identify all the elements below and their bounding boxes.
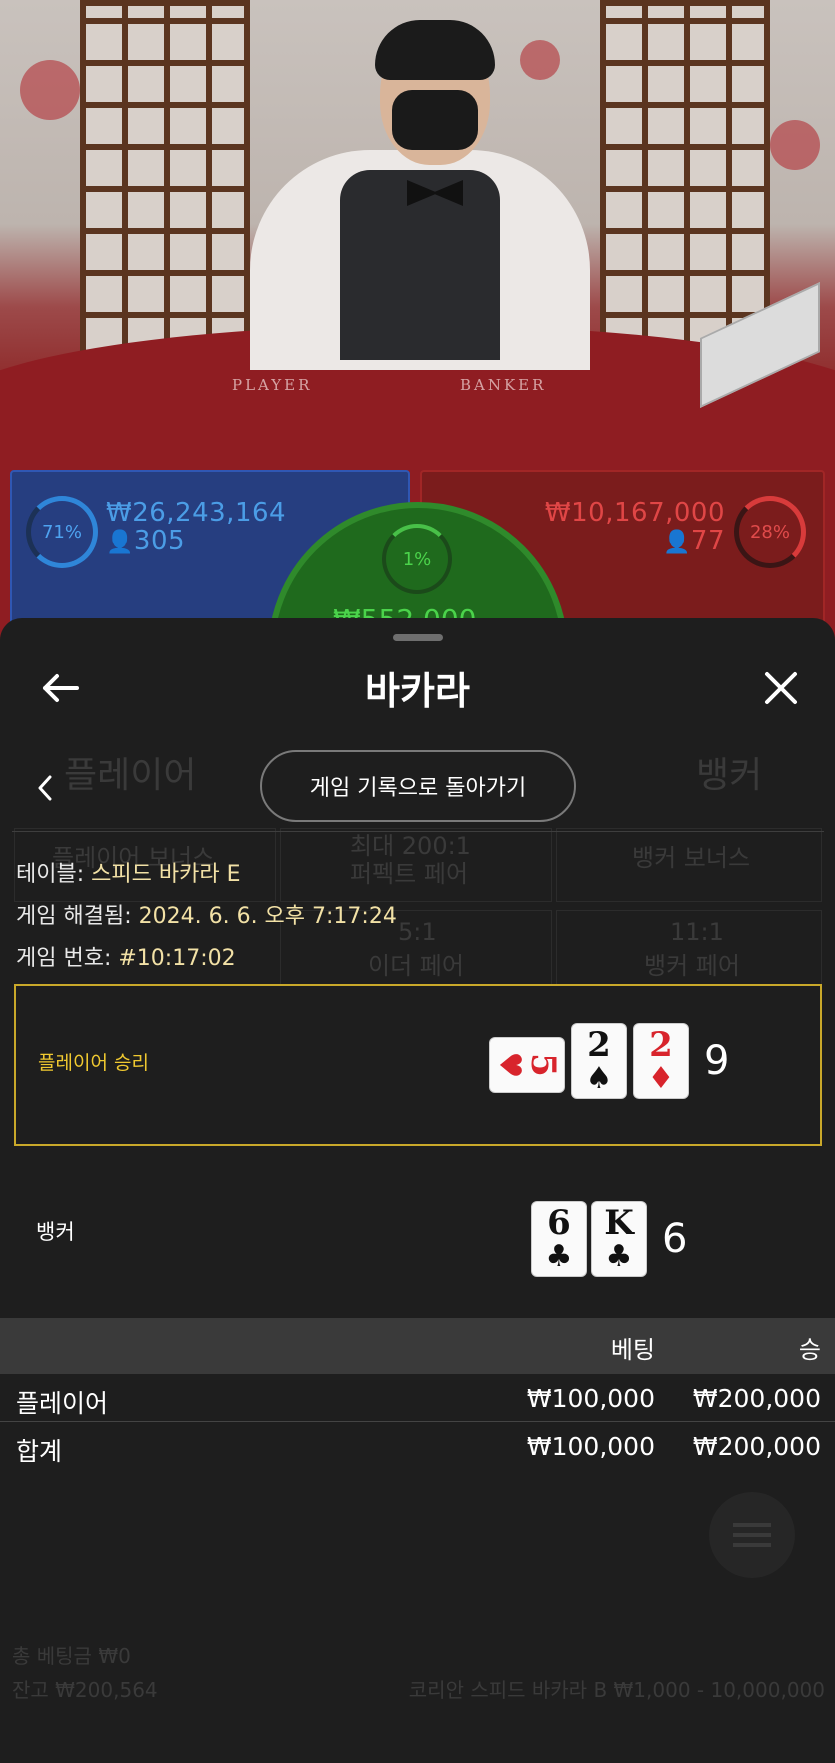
dealer-mask <box>392 90 478 150</box>
player-result-label: 플레이어 승리 <box>38 1052 149 1074</box>
row-name: 합계 <box>16 1437 63 1466</box>
player-card-1-suit: ♥ <box>492 1051 527 1079</box>
sheet-drag-handle[interactable] <box>393 634 443 641</box>
game-number-label: 게임 번호: <box>16 946 119 971</box>
banker-card-1-rank: 6 <box>547 1203 571 1243</box>
player-card-1: 5 ♥ <box>490 1038 564 1092</box>
resolved-info-value: 2024. 6. 6. 오후 7:17:24 <box>138 904 397 929</box>
felt-label-player: PLAYER <box>232 376 313 394</box>
bets-table: 베팅 승 플레이어 ₩100,000 ₩200,000 합계 ₩100,000 … <box>0 1318 835 1470</box>
divider <box>12 831 824 832</box>
tie-percent-ring: 1% <box>382 524 452 594</box>
player-card-2: 2 ♠ <box>572 1024 626 1098</box>
row-name: 플레이어 <box>16 1389 109 1418</box>
tie-percent: 1% <box>402 548 432 570</box>
user-icon: 👤 <box>663 530 691 555</box>
player-card-3-rank: 2 <box>649 1025 673 1065</box>
table-info-value: 스피드 바카라 E <box>91 862 241 887</box>
resolved-info-label: 게임 해결됨: <box>16 904 139 929</box>
banker-result-row: 뱅커 6 ♣ K ♣ 6 <box>14 1158 822 1308</box>
ghost-either-pair-odds: 5:1 <box>398 918 437 946</box>
resolved-info: 게임 해결됨: 2024. 6. 6. 오후 7:17:24 <box>16 898 397 930</box>
ghost-table-limit: 코리안 스피드 바카라 B ₩1,000 - 10,000,000 <box>408 1678 825 1702</box>
blossom-decoration <box>770 120 820 170</box>
bets-table-header: 베팅 승 <box>0 1318 835 1374</box>
decorative-screen-left <box>80 0 250 360</box>
game-number-info: 게임 번호: #10:17:02 <box>16 940 236 972</box>
ghost-total-bet: 총 베팅금 ₩0 <box>12 1644 131 1668</box>
table-info: 테이블: 스피드 바카라 E <box>16 856 240 888</box>
ghost-banker-pair-odds: 11:1 <box>670 918 724 946</box>
banker-card-2-suit: ♣ <box>605 1239 633 1274</box>
player-bettor-count: 305 <box>133 526 186 556</box>
banker-card-1: 6 ♣ <box>532 1202 586 1276</box>
felt-label-banker: BANKER <box>460 376 547 394</box>
banker-percent: 28% <box>749 521 790 543</box>
chevron-left-icon <box>38 775 52 801</box>
table-row-total: 합계 ₩100,000 ₩200,000 <box>0 1422 835 1470</box>
ghost-tab-player: 플레이어 <box>64 755 197 796</box>
banker-bettor-count: 77 <box>690 526 725 556</box>
player-card-2-suit: ♠ <box>585 1061 613 1096</box>
sheet-title: 바카라 <box>365 669 470 713</box>
row-bet: ₩100,000 <box>526 1432 655 1461</box>
header-bet: 베팅 <box>610 1336 655 1364</box>
player-card-3-suit: ♦ <box>647 1061 675 1096</box>
blossom-decoration <box>520 40 560 80</box>
banker-card-2: K ♣ <box>592 1202 646 1276</box>
player-bet-amount: ₩26,243,164 <box>106 498 287 528</box>
game-history-sheet: 플레이어 뱅커 플레이어 보너스 최대 200:1 퍼펙트 페어 뱅커 보너스 … <box>0 618 835 1763</box>
game-number-value: #10:17:02 <box>118 946 236 971</box>
banker-bet-amount: ₩10,167,000 <box>544 498 725 528</box>
blossom-decoration <box>20 60 80 120</box>
banker-result-label: 뱅커 <box>36 1220 75 1244</box>
player-percent-ring: 71% <box>26 496 98 568</box>
row-bet: ₩100,000 <box>526 1384 655 1413</box>
banker-bettors: 👤77 <box>663 526 725 556</box>
table-row: 플레이어 ₩100,000 ₩200,000 <box>0 1374 835 1422</box>
banker-card-2-rank: K <box>604 1203 634 1243</box>
player-bettors: 👤305 <box>106 526 185 556</box>
previous-game-button[interactable] <box>30 768 60 808</box>
dealer-hair <box>375 20 495 80</box>
decorative-screen-right <box>600 0 770 360</box>
ghost-banker-pair: 뱅커 페어 <box>644 952 740 980</box>
banker-score: 6 <box>662 1216 688 1262</box>
ghost-balance: 잔고 ₩200,564 <box>12 1678 158 1702</box>
close-button[interactable] <box>757 664 805 712</box>
player-score: 9 <box>704 1038 730 1084</box>
row-win: ₩200,000 <box>692 1432 821 1461</box>
table-info-label: 테이블: <box>16 862 92 887</box>
ghost-banker-bonus: 뱅커 보너스 <box>632 844 751 872</box>
player-card-2-rank: 2 <box>587 1025 611 1065</box>
player-card-1-rank: 5 <box>523 1053 563 1077</box>
row-win: ₩200,000 <box>692 1384 821 1413</box>
ghost-perfect-pair: 퍼펙트 페어 <box>350 860 469 888</box>
player-percent: 71% <box>41 521 82 543</box>
player-card-1-face: 5 ♥ <box>490 1038 564 1092</box>
banker-card-1-suit: ♣ <box>545 1239 573 1274</box>
user-icon: 👤 <box>106 530 134 555</box>
ghost-tab-banker: 뱅커 <box>696 755 763 796</box>
ghost-either-pair: 이더 페어 <box>368 952 464 980</box>
menu-icon <box>709 1492 795 1578</box>
player-card-3: 2 ♦ <box>634 1024 688 1098</box>
banker-percent-ring: 28% <box>734 496 806 568</box>
back-to-history-button[interactable]: 게임 기록으로 돌아가기 <box>260 750 576 822</box>
close-icon <box>765 672 797 704</box>
header-win: 승 <box>798 1336 821 1364</box>
player-result-row: 플레이어 승리 5 ♥ 2 ♠ 2 ♦ 9 <box>14 984 822 1146</box>
